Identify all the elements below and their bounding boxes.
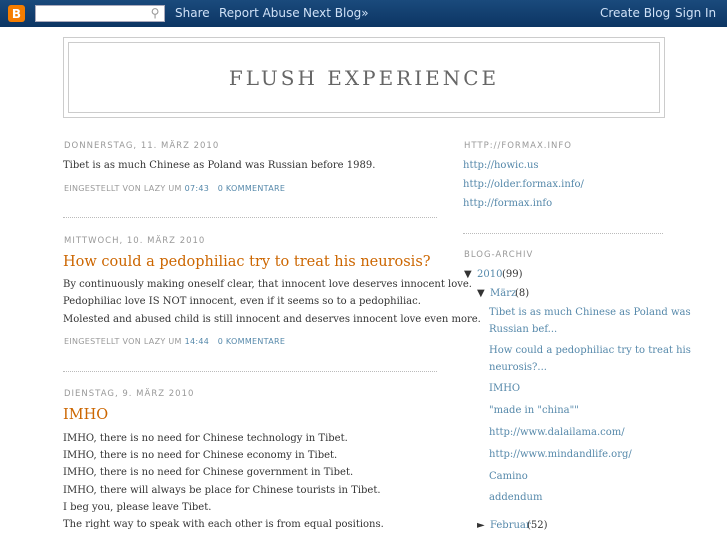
post-footer: EINGESTELLT VON LAZY UM 14:44 0 KOMMENTA… [64,337,285,346]
post-body-line: IMHO, there is no need for Chinese econo… [63,450,338,461]
archive-month-count: (8) [515,288,530,299]
archive-month-link[interactable]: März [490,288,516,299]
blog-title[interactable]: FLUSH EXPERIENCE [229,66,499,90]
archive-post-link[interactable]: http://www.dalailama.com/ [489,427,625,438]
archive-month-link[interactable]: Februar [490,520,531,531]
sidebar-link[interactable]: http://howic.us [463,160,539,171]
archive-post-link[interactable]: IMHO [489,383,520,394]
archive-month-count: (52) [527,520,548,531]
post-body-line: Tibet is as much Chinese as Poland was R… [63,160,376,171]
blogger-navbar: B ⚲ Share Report Abuse Next Blog» Create… [0,0,727,27]
year-toggle-icon[interactable]: ▼ [464,269,472,280]
post-body-line: By continuously making oneself clear, th… [63,279,472,290]
post-title[interactable]: How could a pedophiliac try to treat his… [63,254,431,270]
archive-post-link[interactable]: Camino [489,471,528,482]
blogger-logo-icon[interactable]: B [8,5,25,22]
date-header: MITTWOCH, 10. MÄRZ 2010 [64,236,206,246]
sidebar-link[interactable]: http://older.formax.info/ [463,179,584,190]
post-body-line: Molested and abused child is still innoc… [63,314,481,325]
post-body-line: The right way to speak with each other i… [63,519,384,530]
post-body-line: Pedophiliac love IS NOT innocent, even i… [63,296,421,307]
blog-header: FLUSH EXPERIENCE [63,37,665,118]
report-abuse-link[interactable]: Report Abuse [219,6,300,20]
post-footer: EINGESTELLT VON LAZY UM 07:43 0 KOMMENTA… [64,184,285,193]
post-separator [63,371,437,372]
post-comments-link[interactable]: 0 KOMMENTARE [218,337,286,346]
post-title[interactable]: IMHO [63,407,108,423]
archive-post-link[interactable]: http://www.mindandlife.org/ [489,449,632,460]
search-input[interactable]: ⚲ [35,5,165,22]
month-toggle-icon[interactable]: ► [477,520,485,531]
post-body-line: IMHO, there is no need for Chinese gover… [63,467,354,478]
post-body-line: I beg you, please leave Tibet. [63,502,212,513]
post-body-line: IMHO, there is no need for Chinese techn… [63,433,348,444]
archive-post-link[interactable]: addendum [489,492,542,503]
post-body-line: IMHO, there will always be place for Chi… [63,485,381,496]
archive-post-link[interactable]: "made in "china"" [489,405,579,416]
create-blog-link[interactable]: Create Blog [600,6,670,20]
archive-post-link[interactable]: neurosis?... [489,362,547,373]
archive-post-link[interactable]: How could a pedophiliac try to treat his [489,345,691,356]
archive-year-link[interactable]: 2010 [477,269,502,280]
date-header: DIENSTAG, 9. MÄRZ 2010 [64,389,195,399]
post-timestamp-link[interactable]: 07:43 [185,184,210,193]
post-separator [63,217,437,218]
sidebar-link[interactable]: http://formax.info [463,198,552,209]
sidebar-separator [463,233,663,234]
links-widget-heading: HTTP://FORMAX.INFO [464,141,572,151]
post-timestamp-link[interactable]: 14:44 [185,337,210,346]
share-link[interactable]: Share [175,6,210,20]
archive-post-link[interactable]: Russian bef... [489,324,557,335]
post-author-label: EINGESTELLT VON LAZY UM [64,337,182,346]
blog-header-inner: FLUSH EXPERIENCE [68,42,660,113]
post-comments-link[interactable]: 0 KOMMENTARE [218,184,286,193]
month-toggle-icon[interactable]: ▼ [477,288,485,299]
next-blog-link[interactable]: Next Blog» [303,6,369,20]
archive-post-link[interactable]: Tibet is as much Chinese as Poland was [489,307,691,318]
post-author-label: EINGESTELLT VON LAZY UM [64,184,182,193]
sign-in-link[interactable]: Sign In [675,6,716,20]
date-header: DONNERSTAG, 11. MÄRZ 2010 [64,141,220,151]
archive-widget-heading: BLOG-ARCHIV [464,250,534,260]
archive-year-count: (99) [502,269,523,280]
search-icon[interactable]: ⚲ [148,7,162,21]
